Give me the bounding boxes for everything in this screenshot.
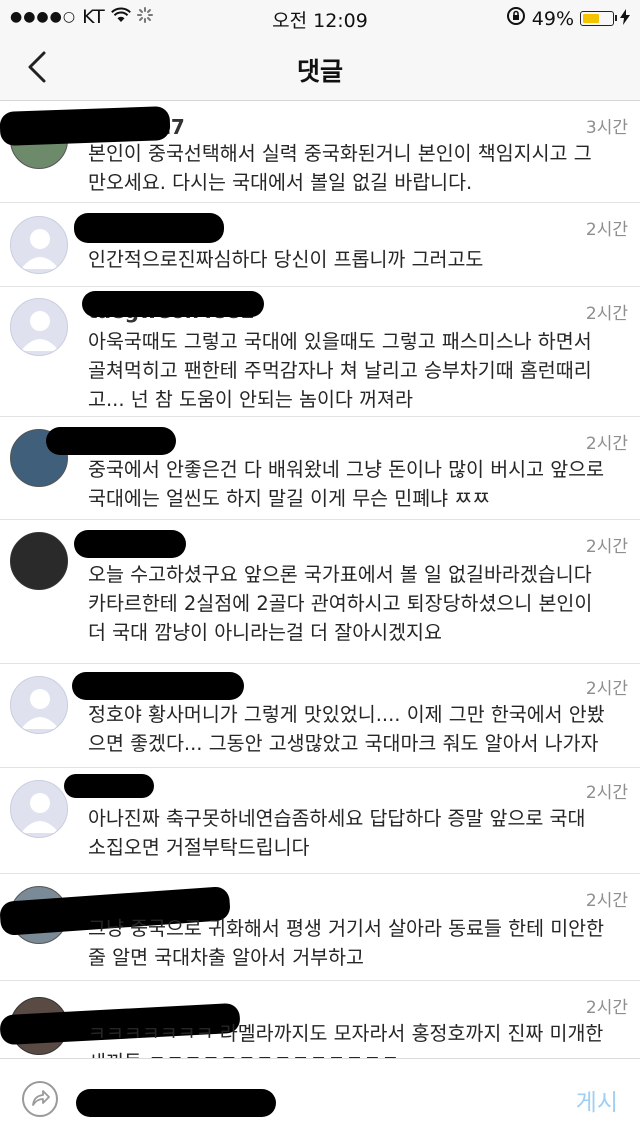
battery-percent: 49% <box>531 7 574 30</box>
avatar[interactable] <box>10 532 68 590</box>
comment-item: 2시간 그냥 중국으로 귀화해서 평생 거기서 살아라 동료들 한테 미안한 줄… <box>0 874 640 981</box>
share-arrow-icon <box>32 1090 50 1106</box>
default-avatar-icon <box>21 793 59 833</box>
redaction-mark <box>82 291 264 317</box>
charging-icon <box>620 8 630 30</box>
status-right: 49% <box>506 6 630 31</box>
comment-text: 인간적으로진짜심하다 당신이 프롭니까 그러고도 <box>88 248 484 271</box>
comment-time: 3시간 <box>585 118 628 138</box>
comment-time: 2시간 <box>585 537 628 557</box>
comment-time: 2시간 <box>585 783 628 803</box>
redaction-mark <box>74 213 224 243</box>
redaction-mark <box>64 774 154 798</box>
redaction-mark <box>46 427 176 455</box>
avatar[interactable] <box>10 676 68 734</box>
comment-text: 아욱국때도 그렇고 국대에 있을때도 그렇고 패스미스나 하면서 골쳐먹히고 팬… <box>88 330 592 411</box>
comment-item: 2시간 정호야 황사머니가 그렇게 맛있었니.... 이제 그만 한국에서 안봤… <box>0 664 640 768</box>
comment-item: 2시간 아나진짜 축구못하네연습좀하세요 답답하다 증말 앞으로 국대 소집오면… <box>0 768 640 874</box>
comment-text: 오늘 수고하셨구요 앞으론 국가표에서 볼 일 없길바라겠습니다 카타르한테 2… <box>88 563 593 644</box>
default-avatar-icon <box>21 229 59 269</box>
comment-input-bar: 게시 <box>0 1058 640 1139</box>
comment-item: 2시간 인간적으로진짜심하다 당신이 프롭니까 그러고도 <box>0 203 640 287</box>
avatar[interactable] <box>10 780 68 838</box>
comment-text: 본인이 중국선택해서 실력 중국화된거니 본인이 책임지시고 그 만오세요. 다… <box>88 142 592 194</box>
avatar[interactable] <box>10 298 68 356</box>
comment-text: 아나진짜 축구못하네연습좀하세요 답답하다 증말 앞으로 국대 소집오면 거절부… <box>88 807 586 859</box>
comment-item: taegweon4882 2시간 아욱국때도 그렇고 국대에 있을때도 그렇고 … <box>0 287 640 417</box>
comment-text: 중국에서 안좋은건 다 배워왔네 그냥 돈이나 많이 버시고 앞으로 국대에는 … <box>88 458 605 510</box>
comment-text: 정호야 황사머니가 그렇게 맛있었니.... 이제 그만 한국에서 안봤 으면 … <box>88 703 605 755</box>
redaction-mark <box>76 1089 276 1117</box>
nav-bar: 댓글 <box>0 34 640 101</box>
comment-item: 2시간 오늘 수고하셨구요 앞으론 국가표에서 볼 일 없길바라겠습니다 카타르… <box>0 520 640 664</box>
comment-item: gkdok17 3시간 본인이 중국선택해서 실력 중국화된거니 본인이 책임지… <box>0 101 640 203</box>
comment-time: 2시간 <box>585 220 628 240</box>
redaction-mark <box>74 530 186 558</box>
battery-icon <box>580 11 617 26</box>
comment-item: 2시간 중국에서 안좋은건 다 배워왔네 그냥 돈이나 많이 버시고 앞으로 국… <box>0 417 640 520</box>
comment-list[interactable]: gkdok17 3시간 본인이 중국선택해서 실력 중국화된거니 본인이 책임지… <box>0 101 640 1074</box>
page-title: 댓글 <box>296 57 343 86</box>
rotation-lock-icon <box>506 6 526 31</box>
status-bar: ●●●●○ KT 오전 12:09 49% <box>0 0 640 34</box>
default-avatar-icon <box>21 311 59 351</box>
comment-time: 2시간 <box>585 434 628 454</box>
comment-text: 그냥 중국으로 귀화해서 평생 거기서 살아라 동료들 한테 미안한 줄 알면 … <box>88 917 605 969</box>
comment-time: 2시간 <box>585 891 628 911</box>
comment-time: 2시간 <box>585 998 628 1018</box>
share-button[interactable] <box>22 1081 58 1117</box>
post-button[interactable]: 게시 <box>576 1083 618 1117</box>
comment-time: 2시간 <box>585 304 628 324</box>
default-avatar-icon <box>21 689 59 729</box>
redaction-mark <box>72 672 244 700</box>
avatar[interactable] <box>10 216 68 274</box>
comment-time: 2시간 <box>585 679 628 699</box>
